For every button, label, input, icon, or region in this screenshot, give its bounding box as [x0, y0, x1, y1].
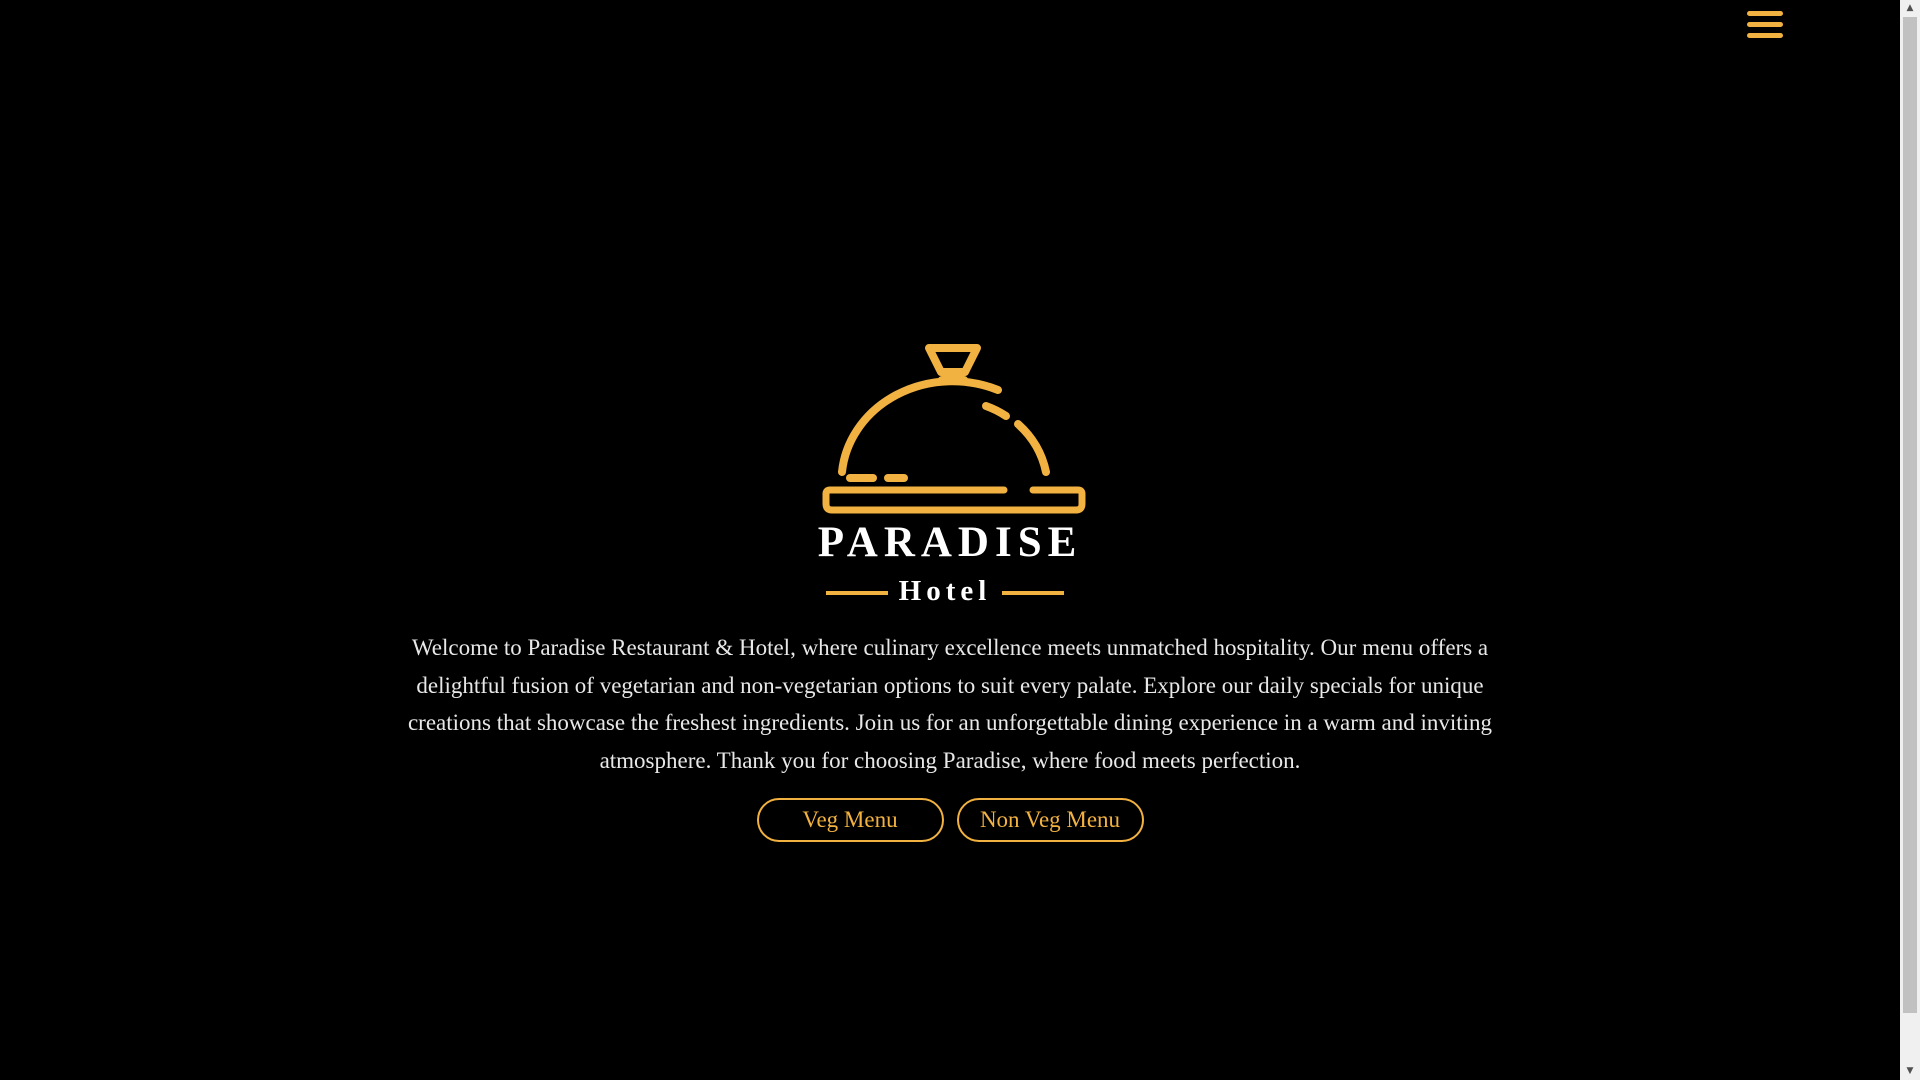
brand-subtitle: Hotel — [898, 575, 992, 607]
scroll-up-arrow-icon[interactable]: ▲ — [1900, 0, 1920, 17]
hamburger-bar-middle — [1747, 22, 1783, 27]
hamburger-menu-icon[interactable] — [1745, 8, 1785, 42]
cloche-dish-icon — [822, 344, 1086, 514]
brand-subtitle-row: Hotel — [826, 572, 1064, 610]
brand-divider-left — [826, 591, 888, 595]
cloche-highlight-long — [1014, 420, 1050, 476]
vertical-scrollbar[interactable]: ▲ ▼ — [1900, 0, 1920, 1080]
cloche-highlight-short — [982, 402, 1010, 420]
menu-buttons: Veg Menu Non Veg Menu — [0, 798, 1900, 842]
hamburger-bar-bottom — [1747, 33, 1783, 38]
non-veg-menu-button[interactable]: Non Veg Menu — [956, 798, 1144, 842]
welcome-text: Welcome to Paradise Restaurant & Hotel, … — [407, 635, 1493, 773]
scroll-down-arrow-icon[interactable]: ▼ — [1900, 1063, 1920, 1080]
scroll-thumb[interactable] — [1903, 17, 1917, 1013]
cloche-knob — [925, 344, 981, 376]
cloche-tray-left — [822, 486, 1008, 498]
cloche-dome — [838, 377, 1002, 476]
page: PARADISE Hotel Welcome to Paradise Resta… — [0, 0, 1900, 1080]
veg-menu-button[interactable]: Veg Menu — [756, 798, 944, 842]
hamburger-bar-top — [1747, 11, 1783, 16]
brand-divider-right — [1002, 591, 1064, 595]
brand-name: PARADISE — [817, 519, 1083, 566]
